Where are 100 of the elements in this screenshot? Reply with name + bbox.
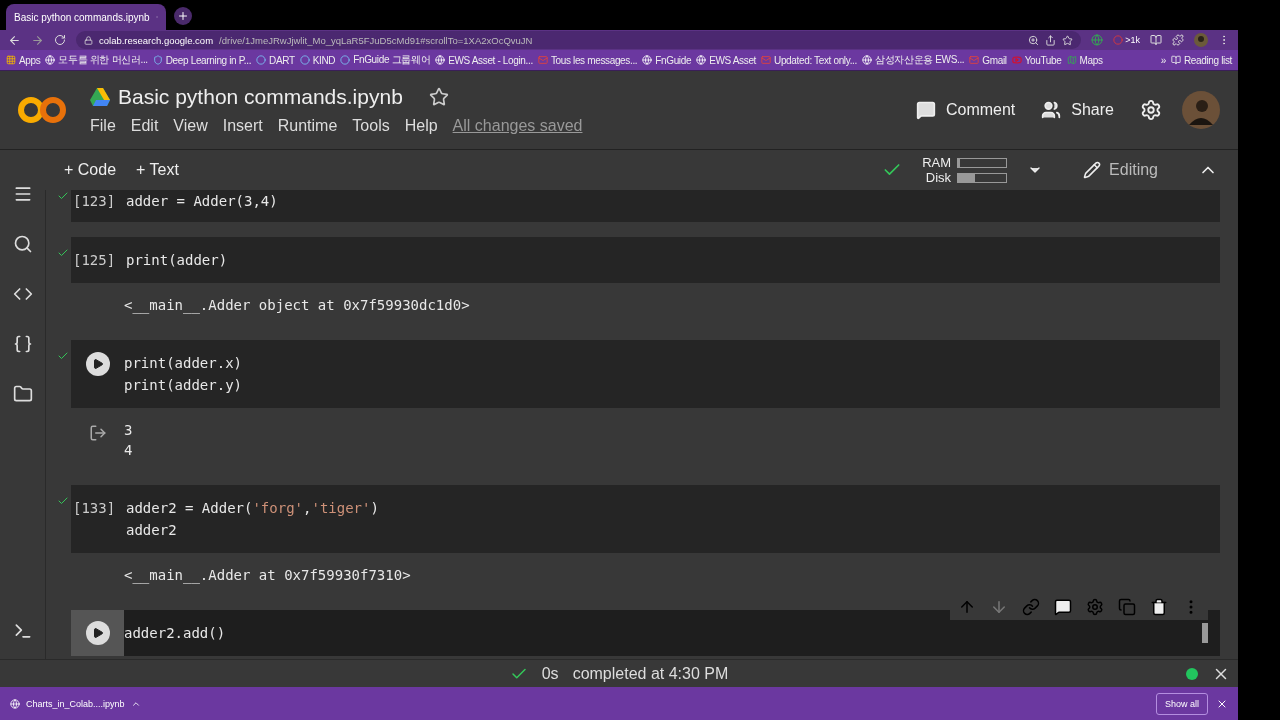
output-text: 3 [124,421,134,440]
bookmark-link[interactable]: EWS Asset [696,54,757,66]
shield-icon [152,55,163,65]
menu-item[interactable]: Runtime [277,117,338,135]
cell-prompt: [123] [72,192,117,211]
add-text-button[interactable]: + Text [136,161,179,179]
code-line: adder2 [126,521,178,540]
reading-list-link[interactable]: Reading list [1170,54,1232,66]
add-code-button[interactable]: + Code [64,161,117,179]
resource-meter [957,172,1008,183]
bookmark-link[interactable]: Gmail [969,54,1007,66]
code-line: adder = Adder(3,4) [126,192,279,211]
resource-label: Disk [924,170,952,185]
site-icon [256,55,267,65]
bookmark-link[interactable]: Maps [1066,54,1103,66]
bookmark-link[interactable]: Tous les messages... [537,54,638,66]
menu-item[interactable]: File [90,117,116,135]
menu-item[interactable]: Insert [222,117,263,135]
new-tab-button[interactable] [174,7,192,25]
download-item[interactable]: Charts_in_Colab....ipynb [10,698,125,709]
run-button[interactable] [85,352,110,376]
browser-tab[interactable]: Basic python commands.ipynb [6,4,166,30]
comment-icon [915,100,936,120]
reading-list-icon [1170,55,1181,65]
output-text: <__main__.Adder at 0x7f59930f7310> [124,566,412,585]
bookmark-link[interactable]: KIND [299,54,336,66]
pencil-icon [1083,161,1102,179]
bookmark-link[interactable]: 모두를 위한 머신러... [45,53,148,67]
executed-check-icon [56,247,69,259]
globe-icon [861,55,872,65]
lock-icon [84,35,93,45]
bookmark-link[interactable]: YouTube [1011,54,1062,66]
globe-icon [642,55,653,65]
bookmark-star-icon[interactable] [1062,34,1074,46]
status-message: completed at 4:30 PM [572,664,729,683]
execution-time: 0s [541,664,559,683]
scrollbar[interactable] [1202,623,1208,643]
output-text: 4 [124,441,134,460]
bookmark-link[interactable]: 삼성자산운용 EWS... [861,53,965,67]
code-line: adder2.add() [124,624,227,643]
delete-icon[interactable] [1150,598,1168,616]
globe-icon [45,55,56,65]
executed-check-icon [56,350,69,362]
bookmark-link[interactable]: EWS Asset - Login... [435,54,533,66]
menu-item[interactable]: Tools [352,117,390,135]
menu-item[interactable]: Edit [130,117,159,135]
back-icon[interactable] [8,33,21,47]
site-icon [299,55,310,65]
editing-button[interactable]: Editing [1083,161,1158,179]
star-icon[interactable] [428,87,449,107]
url-path: /drive/1JmeJRwJjwlit_Mo_yqLaR5FJuD5cMd91#scrollTo=1XA2xOcQvuJN [219,34,534,46]
search-icon[interactable] [12,234,33,254]
bookmark-link[interactable]: Updated: Text only... [761,54,857,66]
output-text: <__main__.Adder object at 0x7f59930dc1d0> [124,296,471,315]
site-icon [340,55,351,65]
play-icon [91,627,104,639]
resource-meter [957,157,1008,168]
run-button[interactable] [85,621,110,645]
zoom-icon[interactable] [1028,34,1040,46]
code-line: print(adder) [126,251,229,270]
output-icon[interactable] [88,424,107,442]
code-cell[interactable]: adder2.add() [71,610,1220,656]
show-all-button[interactable]: Show all [1155,692,1208,715]
notebook-title[interactable]: Basic python commands.ipynb [118,85,403,109]
bookmark-link[interactable]: DART [256,54,295,66]
code-cell[interactable]: [125] print(adder) [71,237,1220,283]
mail-icon [761,55,772,65]
forward-icon[interactable] [31,33,44,47]
comment-button[interactable]: Comment [915,100,1016,120]
url-host: colab.research.google.com [99,34,214,46]
executed-check-icon [56,495,69,507]
code-cell[interactable]: [133] adder2 = Adder('forg','tiger') adder2 [71,485,1220,553]
bookmark-link[interactable]: FnGuide 그룹웨어 [340,53,431,67]
menu-item[interactable]: Help [404,117,438,135]
globe-icon [435,55,446,65]
move-down-icon[interactable] [990,598,1008,616]
reload-icon[interactable] [54,34,66,46]
bookmark-link[interactable]: FnGuide [642,54,692,66]
save-status-link[interactable]: All changes saved [452,117,583,135]
address-bar[interactable]: colab.research.google.com /drive/1JmeJRwJjwlit_Mo_yqLaR5FJuD5cMd91#scrollTo=1XA2xOcQvuJN [76,31,1082,49]
share-icon[interactable] [1045,34,1057,46]
code-cell[interactable]: print(adder.x) print(adder.y) [71,340,1220,408]
extension-icon[interactable] [1091,34,1104,46]
plus-icon [177,10,189,22]
more-bookmarks[interactable]: » [1160,54,1166,66]
globe-icon [696,55,707,65]
menu-item[interactable]: View [173,117,208,135]
globe-icon [10,698,20,709]
extensions-icon[interactable] [1172,34,1184,46]
cell-prompt: [133] [72,499,117,518]
comment-icon[interactable] [1054,598,1072,616]
folder-icon[interactable] [12,384,33,404]
people-icon [1041,100,1062,120]
avatar[interactable] [1182,91,1220,129]
bookmark-link[interactable]: Deep Learning in P... [152,54,252,66]
variables-icon[interactable] [12,334,33,354]
bookmark-link[interactable]: Apps [6,54,41,66]
share-button[interactable]: Share [1041,100,1114,120]
video-icon [1011,55,1022,65]
code-cell[interactable]: [123] adder = Adder(3,4) [71,190,1220,222]
